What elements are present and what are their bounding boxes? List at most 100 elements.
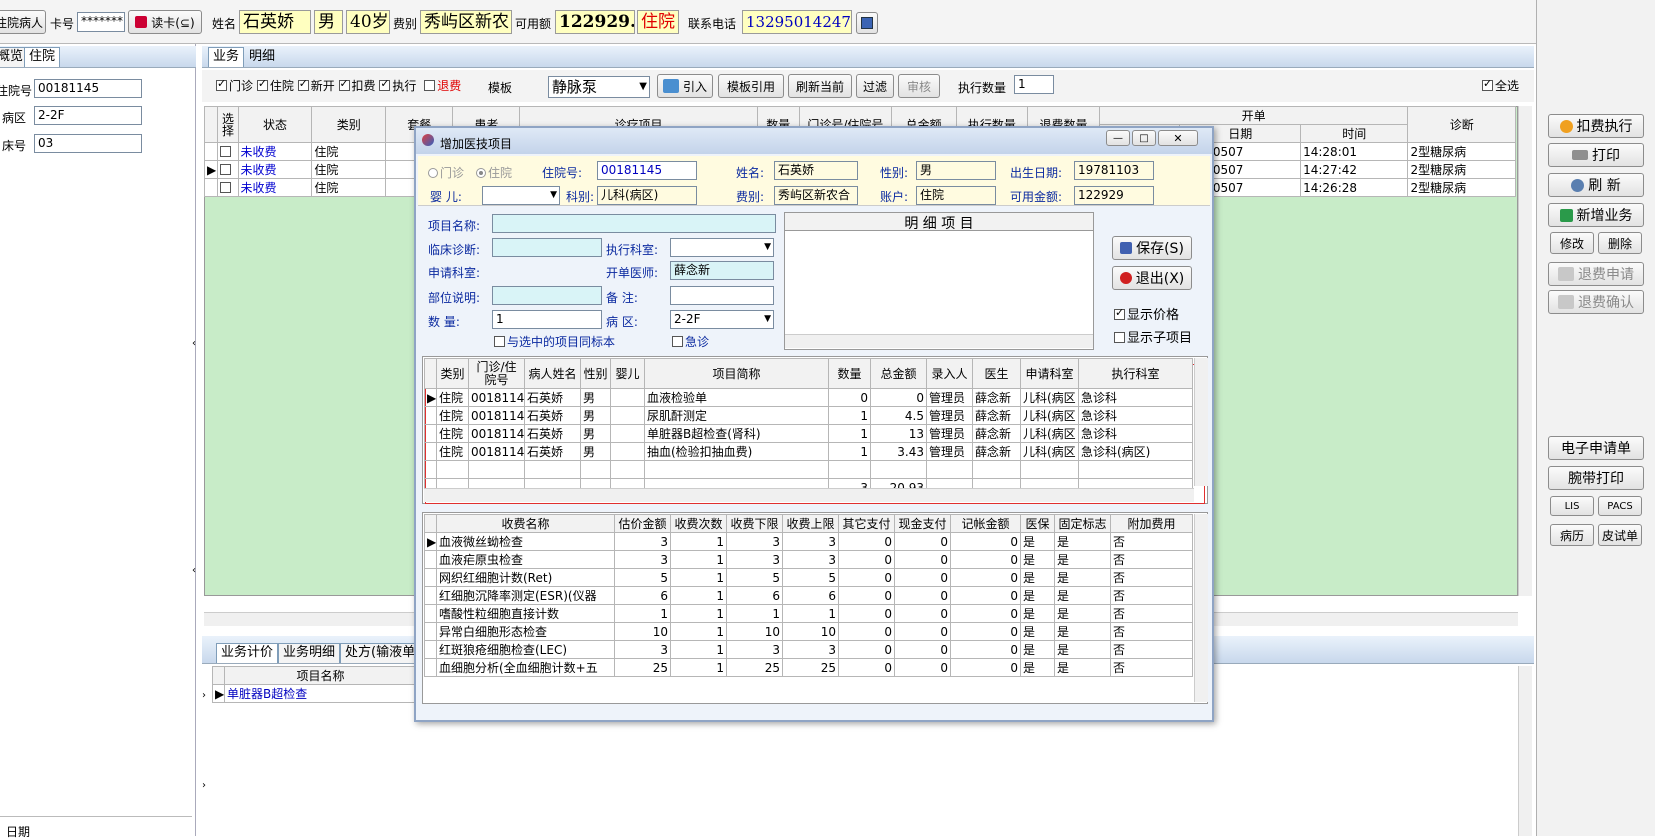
bottom-grid-vscroll[interactable]: [1518, 666, 1532, 836]
expand-right-arrow-icon[interactable]: ›: [202, 690, 206, 701]
exec-dept-select[interactable]: ▼: [670, 238, 774, 257]
items-grid-vscroll[interactable]: [1194, 358, 1208, 486]
radio-outpatient[interactable]: 门诊: [428, 164, 464, 181]
dialog-ward-select[interactable]: 2-2F ▼: [670, 310, 774, 329]
refresh-button[interactable]: 刷 新: [1548, 173, 1644, 197]
tab-business-pricing[interactable]: 业务计价: [216, 643, 279, 663]
fee-grid-vscroll[interactable]: [1194, 514, 1208, 702]
table-row[interactable]: 红细胞沉降率测定(ESR)(仪器 6 1 6 6 0 0 0 是是否: [424, 586, 1193, 605]
items-header-total[interactable]: 总金额: [870, 358, 927, 389]
items-header-sex[interactable]: 性别: [580, 358, 611, 389]
import-button[interactable]: 引入: [657, 74, 713, 98]
card-number-field[interactable]: *******: [77, 12, 125, 32]
fee-header-cash-pay[interactable]: 现金支付: [894, 514, 951, 533]
wristband-print-button[interactable]: 腕带打印: [1548, 466, 1644, 490]
review-button[interactable]: 审核: [898, 74, 940, 98]
qty-field[interactable]: 1: [492, 310, 602, 329]
dialog-save-button[interactable]: 保存(S): [1112, 236, 1192, 260]
detail-items-hscroll[interactable]: [785, 334, 1093, 348]
header-status[interactable]: 状态: [237, 106, 313, 143]
same-specimen-checkbox[interactable]: 与选中的项目同标本: [494, 333, 615, 350]
header-select[interactable]: 选择: [217, 106, 239, 143]
item-name-field[interactable]: [492, 214, 776, 233]
table-row[interactable]: 血细胞分析(全血细胞计数+五 25 1 25 25 0 0 0 是是否: [424, 658, 1193, 677]
items-header-item-short[interactable]: 项目简称: [644, 358, 829, 389]
clinical-diag-field[interactable]: [492, 238, 602, 257]
table-row[interactable]: ▶ 血液微丝蚴检查 3 1 3 3 0 0 0 是是否: [424, 532, 1193, 551]
template-select[interactable]: 静脉泵 ▼: [548, 76, 650, 98]
medical-record-button[interactable]: 病历: [1550, 524, 1594, 546]
doctor-field[interactable]: 薛念新: [670, 261, 774, 280]
template-ref-button[interactable]: 模板引用: [718, 74, 784, 98]
filter-inpatient[interactable]: 住院: [256, 77, 294, 93]
items-header-type[interactable]: 类别: [436, 358, 469, 389]
maximize-icon[interactable]: □: [1132, 130, 1156, 146]
header-time[interactable]: 时间: [1300, 124, 1409, 143]
refresh-current-button[interactable]: 刷新当前: [788, 74, 852, 98]
inpatient-patient-button[interactable]: 住院病人: [0, 10, 46, 34]
items-header-patient-name[interactable]: 病人姓名: [524, 358, 581, 389]
header-type[interactable]: 类别: [311, 106, 387, 143]
part-desc-field[interactable]: [492, 286, 602, 305]
dialog-baby-select[interactable]: ▼: [482, 186, 560, 205]
items-header-case-no[interactable]: 门诊/住院号: [468, 358, 525, 389]
header-diagnosis[interactable]: 诊断: [1407, 106, 1516, 143]
skin-test-button[interactable]: 皮试单: [1598, 524, 1642, 546]
table-row[interactable]: 住院 0018114! 石英娇男 单脏器B超检查(肾科) 1 13 管理员 薛念新 儿科(病区急…: [424, 424, 1193, 443]
show-sub-items-checkbox[interactable]: 显示子项目: [1114, 327, 1192, 346]
save-patient-button[interactable]: [856, 12, 878, 34]
items-header-exec-dept[interactable]: 执行科室: [1078, 358, 1193, 389]
dialog-inpatient-no-field[interactable]: 00181145: [597, 161, 697, 180]
read-card-button[interactable]: 读卡(⊆): [128, 10, 202, 34]
show-price-checkbox[interactable]: 显示价格: [1114, 304, 1179, 323]
select-all-checkbox[interactable]: 全选: [1482, 77, 1519, 94]
tab-inpatient[interactable]: 住院: [24, 47, 61, 67]
fee-header-lower[interactable]: 收费下限: [726, 514, 783, 533]
print-button[interactable]: 打印: [1548, 143, 1644, 167]
fee-header-estimate[interactable]: 估价金额: [614, 514, 671, 533]
fee-header-upper[interactable]: 收费上限: [782, 514, 839, 533]
header-item-name[interactable]: 项目名称: [224, 666, 417, 685]
close-icon[interactable]: ✕: [1158, 130, 1198, 146]
refund-apply-button[interactable]: 退费申请: [1548, 262, 1644, 286]
items-header-entered-by[interactable]: 录入人: [926, 358, 973, 389]
fee-header-name[interactable]: 收费名称: [436, 514, 615, 533]
table-row[interactable]: 异常白细胞形态检查 10 1 10 10 0 0 0 是是否: [424, 622, 1193, 641]
items-header-apply-dept[interactable]: 申请科室: [1020, 358, 1079, 389]
tab-business-detail[interactable]: 业务明细: [278, 643, 341, 663]
table-row[interactable]: ▶ 住院 0018114! 石英娇男血液检验单 0 0 管理员 薛念新 儿科(病区 急诊科: [424, 388, 1193, 407]
row-checkbox[interactable]: [220, 145, 232, 157]
refund-confirm-button[interactable]: 退费确认: [1548, 290, 1644, 314]
dialog-exit-button[interactable]: 退出(X): [1112, 266, 1192, 290]
header-order[interactable]: 开单: [1098, 106, 1409, 125]
left-ward-field[interactable]: 2-2F: [34, 106, 142, 125]
table-row[interactable]: 住院 0018114! 石英娇男 抽血(检验扣抽血费) 1 3.43 管理员 薛念新 儿科(病区…: [424, 442, 1193, 461]
filter-button[interactable]: 过滤: [856, 74, 894, 98]
lis-button[interactable]: LIS: [1550, 496, 1594, 516]
radio-inpatient[interactable]: 住院: [476, 164, 512, 181]
collapse-left-arrow-icon[interactable]: ‹: [192, 338, 196, 349]
left-inpatient-no-field[interactable]: 00181145: [34, 79, 142, 98]
items-header-doctor[interactable]: 医生: [972, 358, 1021, 389]
table-row[interactable]: 住院 0018114! 石英娇男 尿肌酐测定 1 4.5 管理员 薛念新 儿科(病区 急诊科: [424, 406, 1193, 425]
pacs-button[interactable]: PACS: [1598, 496, 1642, 516]
filter-refund[interactable]: 退费: [424, 79, 461, 93]
fee-header-extra[interactable]: 附加费用: [1110, 514, 1193, 533]
fee-header-fixed[interactable]: 固定标志: [1054, 514, 1111, 533]
fee-header-insurance[interactable]: 医保: [1020, 514, 1055, 533]
remark-field[interactable]: [670, 286, 774, 305]
delete-button[interactable]: 删除: [1598, 232, 1642, 254]
table-row[interactable]: 红斑狼疮细胞检查(LEC) 3 1 3 3 0 0 0 是是否: [424, 640, 1193, 659]
tab-prescription[interactable]: 处方(输液单: [340, 643, 421, 663]
deduct-execute-button[interactable]: 扣费执行: [1548, 114, 1644, 138]
left-bed-field[interactable]: 03: [34, 134, 142, 153]
table-row[interactable]: 嗜酸性粒细胞直接计数 1 1 1 1 0 0 0 是是否: [424, 604, 1193, 623]
main-grid-vscroll[interactable]: [1518, 106, 1532, 596]
tab-detail[interactable]: 明细: [244, 47, 280, 67]
row-checkbox[interactable]: [220, 163, 232, 175]
modify-button[interactable]: 修改: [1550, 232, 1594, 254]
filter-execute[interactable]: 执行: [379, 77, 416, 93]
expand-right-arrow-icon-2[interactable]: ›: [202, 780, 206, 791]
fee-header-other-pay[interactable]: 其它支付: [838, 514, 895, 533]
urgent-checkbox[interactable]: 急诊: [672, 333, 709, 350]
